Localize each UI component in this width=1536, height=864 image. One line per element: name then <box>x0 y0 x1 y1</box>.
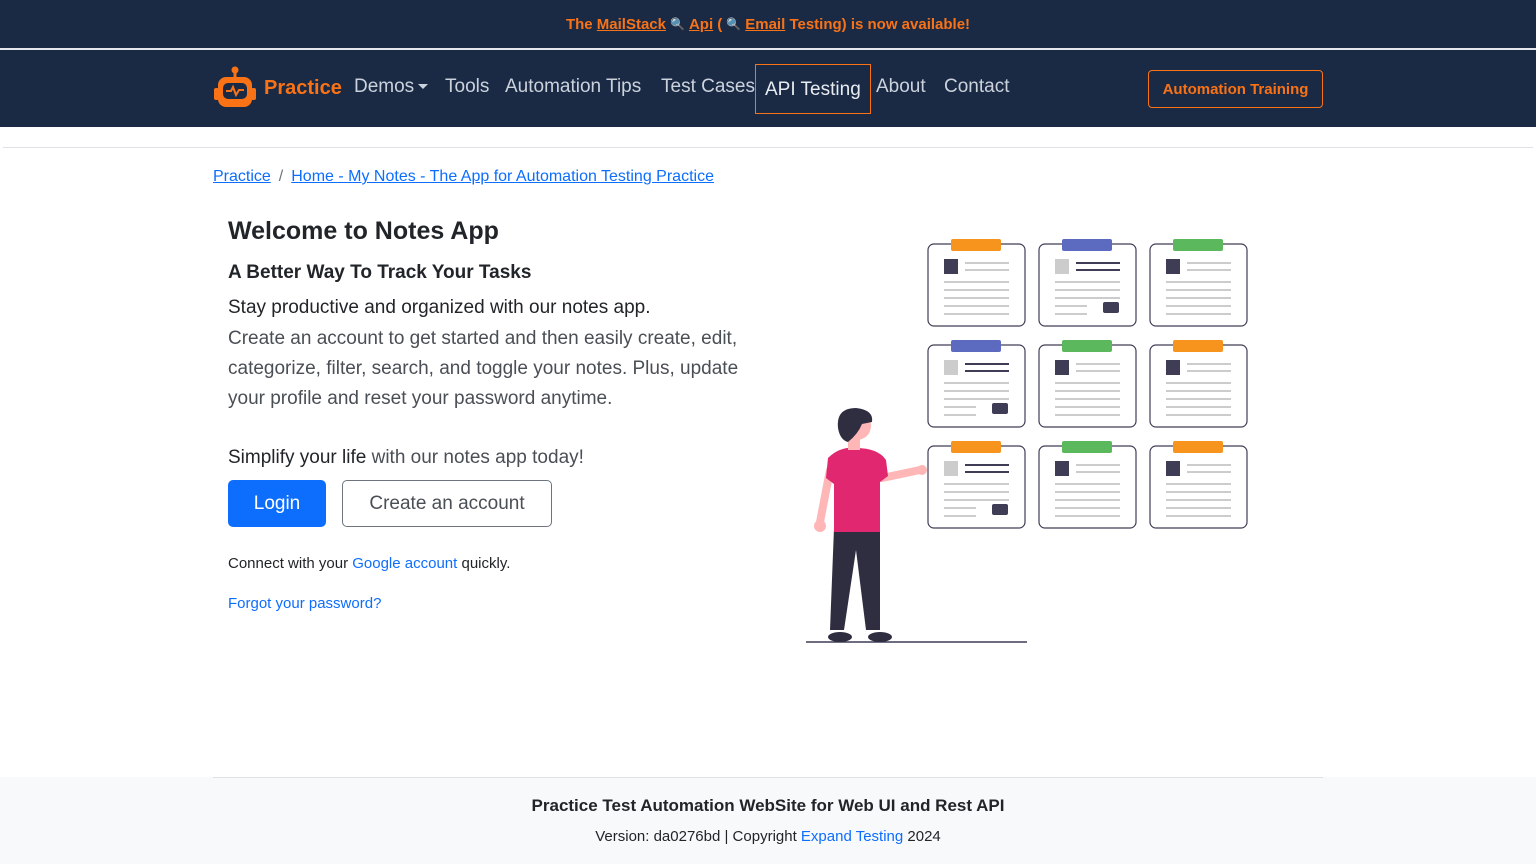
magnifier-icon: 🔍 <box>726 17 742 31</box>
announcement-prefix: The <box>565 15 593 33</box>
note-card-illustration <box>927 441 1026 529</box>
api-link[interactable]: Api <box>689 16 713 33</box>
google-account-link[interactable]: Google account <box>352 555 457 572</box>
page-subtitle: A Better Way To Track Your Tasks <box>228 262 532 283</box>
breadcrumb-current-link[interactable]: Home - My Notes - The App for Automation… <box>291 168 714 185</box>
simplify-rest: with our notes app today! <box>366 447 584 468</box>
magnifier-icon: 🔍 <box>670 17 685 31</box>
robot-logo-icon <box>214 66 256 107</box>
announcement-bar: The MailStack 🔍 Api ( 🔍 Email Testing) i… <box>0 0 1536 48</box>
note-card-illustration <box>1038 239 1137 327</box>
brand-text: Practice <box>264 76 342 99</box>
note-card-illustration <box>927 239 1026 327</box>
simplify-text: Simplify your life with our notes app to… <box>228 447 584 469</box>
announcement-paren: ( <box>717 15 723 33</box>
page-title: Welcome to Notes App <box>228 217 499 245</box>
nav-about[interactable]: About <box>876 76 926 98</box>
create-account-button[interactable]: Create an account <box>342 480 552 527</box>
note-card-illustration <box>1149 340 1248 428</box>
email-link[interactable]: Email <box>745 16 785 33</box>
footer: Practice Test Automation WebSite for Web… <box>0 777 1536 864</box>
description-text: Create an account to get started and the… <box>228 328 739 409</box>
google-suffix: quickly. <box>457 555 511 572</box>
divider <box>3 147 1533 148</box>
google-connect-text: Connect with your Google account quickly… <box>228 555 510 572</box>
caret-down-icon <box>418 84 429 90</box>
nav-demos-label: Demos <box>354 76 415 97</box>
automation-training-button[interactable]: Automation Training <box>1148 70 1323 108</box>
mailstack-link[interactable]: MailStack <box>597 16 666 33</box>
person-illustration <box>814 408 927 642</box>
nav-automation-tips[interactable]: Automation Tips <box>505 76 641 98</box>
announcement-suffix: Testing) is now available! <box>789 15 971 33</box>
version-text: Version: da0276bd | Copyright <box>595 828 801 845</box>
google-prefix: Connect with your <box>228 555 353 572</box>
simplify-strong: Simplify your life <box>228 447 367 468</box>
footer-version: Version: da0276bd | Copyright Expand Tes… <box>0 828 1536 845</box>
note-card-illustration <box>1038 441 1137 529</box>
brand-link[interactable]: Practice <box>212 66 342 110</box>
note-card-illustration <box>1038 340 1137 428</box>
divider <box>213 777 1323 778</box>
lead-text: Stay productive and organized with our n… <box>228 297 651 318</box>
login-button[interactable]: Login <box>228 480 326 527</box>
nav-contact[interactable]: Contact <box>944 76 1009 98</box>
nav-demos[interactable]: Demos <box>354 76 429 98</box>
breadcrumb-root-link[interactable]: Practice <box>213 168 271 185</box>
note-card-illustration <box>1149 239 1248 327</box>
expand-testing-link[interactable]: Expand Testing <box>801 828 903 845</box>
copyright-year: 2024 <box>903 828 941 845</box>
note-card-illustration <box>927 340 1026 428</box>
note-card-illustration <box>1149 441 1248 529</box>
footer-title: Practice Test Automation WebSite for Web… <box>531 796 1005 815</box>
breadcrumb-separator: / <box>278 168 284 185</box>
nav-tools[interactable]: Tools <box>445 76 489 98</box>
nav-api-testing[interactable]: API Testing <box>755 64 871 114</box>
breadcrumb: Practice / Home - My Notes - The App for A… <box>213 168 714 186</box>
navbar: Practice Demos Tools Automation Tips Tes… <box>0 50 1536 127</box>
nav-test-cases[interactable]: Test Cases <box>661 76 755 98</box>
forgot-password-link[interactable]: Forgot your password? <box>228 595 381 612</box>
notes-board-illustration <box>806 239 1248 643</box>
